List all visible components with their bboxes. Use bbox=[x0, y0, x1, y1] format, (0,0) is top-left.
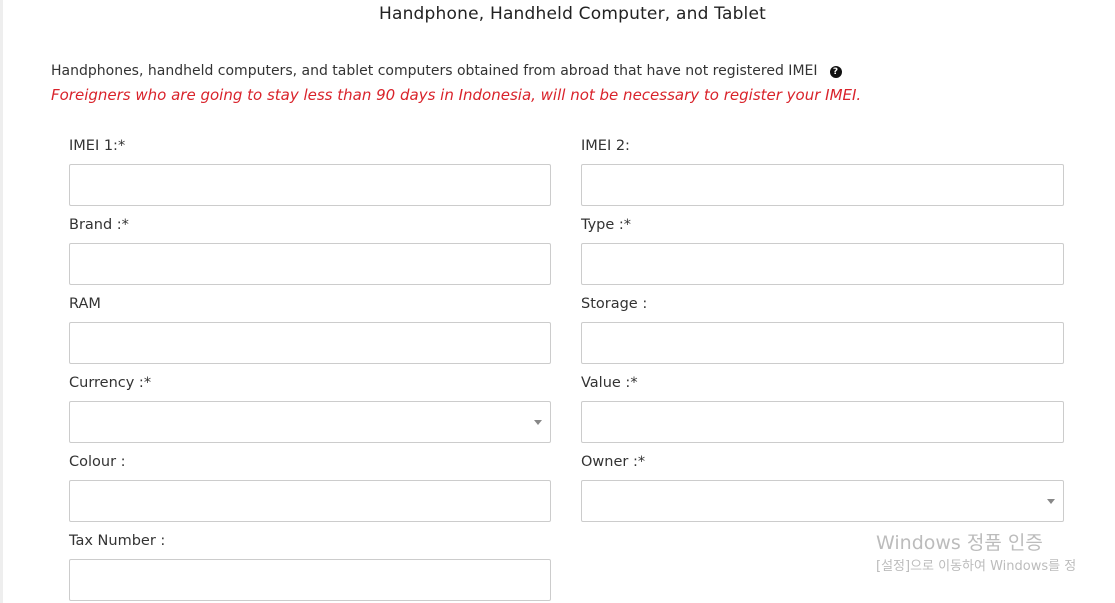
imei1-field[interactable] bbox=[69, 164, 551, 206]
imei2-input[interactable] bbox=[582, 165, 1063, 205]
owner-select[interactable] bbox=[581, 480, 1064, 522]
colour-field[interactable] bbox=[69, 480, 551, 522]
type-input[interactable] bbox=[582, 244, 1063, 284]
brand-field[interactable] bbox=[69, 243, 551, 285]
chevron-down-icon bbox=[534, 420, 542, 425]
value-label: Value :* bbox=[581, 375, 638, 391]
question-circle-icon[interactable]: ? bbox=[829, 66, 842, 78]
brand-label: Brand :* bbox=[69, 217, 129, 233]
chevron-down-icon bbox=[1047, 499, 1055, 504]
page-title: Handphone, Handheld Computer, and Tablet bbox=[378, 4, 767, 24]
colour-input[interactable] bbox=[70, 481, 550, 521]
tax-number-field[interactable] bbox=[69, 559, 551, 601]
type-field[interactable] bbox=[581, 243, 1064, 285]
currency-select[interactable] bbox=[69, 401, 551, 443]
ram-field[interactable] bbox=[69, 322, 551, 364]
type-label: Type :* bbox=[581, 217, 632, 233]
tax-number-input[interactable] bbox=[70, 560, 550, 600]
imei2-field[interactable] bbox=[581, 164, 1064, 206]
colour-label: Colour : bbox=[69, 454, 126, 470]
brand-input[interactable] bbox=[70, 244, 550, 284]
value-input[interactable] bbox=[582, 402, 1063, 442]
imei2-label: IMEI 2: bbox=[581, 138, 630, 154]
storage-label: Storage : bbox=[581, 296, 648, 312]
windows-activation-title: Windows 정품 인증 bbox=[876, 532, 1043, 554]
tax-number-label: Tax Number : bbox=[69, 533, 166, 549]
info-text: Handphones, handheld computers, and tabl… bbox=[51, 63, 818, 79]
owner-label: Owner :* bbox=[581, 454, 646, 470]
ram-input[interactable] bbox=[70, 323, 550, 363]
imei1-input[interactable] bbox=[70, 165, 550, 205]
currency-label: Currency :* bbox=[69, 375, 152, 391]
windows-activation-hint: [설정]으로 이동하여 Windows를 정 bbox=[876, 559, 1077, 574]
imei-info-text: Handphones, handheld computers, and tabl… bbox=[51, 63, 842, 79]
storage-input[interactable] bbox=[582, 323, 1063, 363]
value-field[interactable] bbox=[581, 401, 1064, 443]
storage-field[interactable] bbox=[581, 322, 1064, 364]
imei1-label: IMEI 1:* bbox=[69, 138, 126, 154]
ram-label: RAM bbox=[69, 296, 101, 312]
left-panel-edge bbox=[0, 0, 3, 603]
foreigner-note: Foreigners who are going to stay less th… bbox=[51, 86, 862, 104]
